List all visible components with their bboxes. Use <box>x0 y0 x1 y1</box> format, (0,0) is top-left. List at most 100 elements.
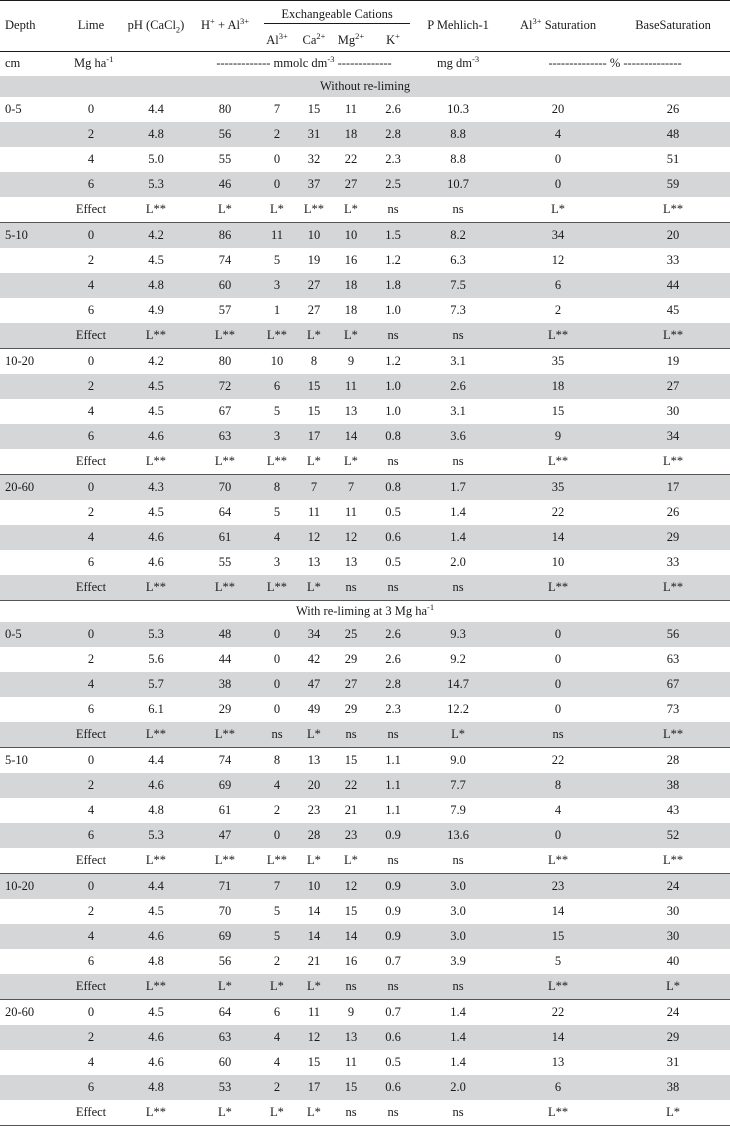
cell-p: 1.4 <box>450 1029 466 1044</box>
table-row: 4 4.8 60 3 27 18 1.8 7.5 6 44 <box>0 273 730 298</box>
cell-p: 1.4 <box>450 504 466 519</box>
cell-depth <box>0 798 62 823</box>
cell-p: 7.5 <box>450 277 466 292</box>
cell-base-sat: 19 <box>666 353 680 368</box>
cell-base-sat: 26 <box>666 504 680 519</box>
cell-al-sat: 13 <box>551 1054 565 1069</box>
cell-al-sat: 0 <box>554 651 562 666</box>
cell-al: 6 <box>273 1004 281 1019</box>
cell-k: ns <box>370 1100 417 1126</box>
effect-row: Effect L** L* L* L* ns ns ns L** L* <box>0 974 730 1000</box>
cell-mg: 27 <box>344 676 358 691</box>
cell-al-sat: 6 <box>554 1079 562 1094</box>
cell-k: ns <box>370 197 417 223</box>
cell-effect-label: Effect <box>62 575 120 601</box>
cell-h-al: 63 <box>218 428 232 443</box>
cell-mg: 12 <box>344 878 358 893</box>
cell-depth <box>0 672 62 697</box>
cell-p: 3.6 <box>450 428 466 443</box>
cell-al-sat: 0 <box>554 626 562 641</box>
cell-ca: L** <box>296 197 332 223</box>
cell-ca: 12 <box>307 1029 321 1044</box>
cell-al: 0 <box>273 151 281 166</box>
cell-p: 3.1 <box>450 403 466 418</box>
cell-k: ns <box>370 575 417 601</box>
cell-mg: 9 <box>347 1004 355 1019</box>
cell-ca: 19 <box>307 252 321 267</box>
cell-k: 1.5 <box>385 227 401 242</box>
cell-base-sat: 51 <box>666 151 680 166</box>
unit-spacer <box>120 52 192 77</box>
cell-base-sat: L* <box>616 974 730 1000</box>
cell-depth: 20-60 <box>5 479 35 494</box>
table-row: 6 4.8 53 2 17 15 0.6 2.0 6 38 <box>0 1075 730 1100</box>
cell-p: 13.6 <box>447 827 469 842</box>
cell-ca: L* <box>296 323 332 349</box>
cell-base-sat: 26 <box>666 101 680 116</box>
cell-lime-rate: 2 <box>87 903 95 918</box>
cell-al-sat: 14 <box>551 1029 565 1044</box>
cell-mg: L* <box>332 449 370 475</box>
cell-h-al: 55 <box>218 151 232 166</box>
cell-ph: 4.3 <box>148 479 164 494</box>
cell-ca: 15 <box>307 101 321 116</box>
cell-al: 6 <box>273 378 281 393</box>
cell-ph: 4.6 <box>148 777 164 792</box>
cell-lime-rate: 4 <box>87 529 95 544</box>
table-row: 4 4.8 61 2 23 21 1.1 7.9 4 43 <box>0 798 730 823</box>
cell-mg: 22 <box>344 151 358 166</box>
cell-depth <box>0 500 62 525</box>
cell-mg: 11 <box>344 1054 358 1069</box>
cell-mg: 11 <box>344 101 358 116</box>
cell-ca: 14 <box>307 928 321 943</box>
cell-depth <box>0 525 62 550</box>
cell-mg: 16 <box>344 953 358 968</box>
cell-ca: 17 <box>307 1079 321 1094</box>
cell-ph: 4.5 <box>148 403 164 418</box>
cell-ca: 37 <box>307 176 321 191</box>
cell-al-sat: L* <box>500 197 617 223</box>
cell-base-sat: 20 <box>666 227 680 242</box>
cell-depth: 0-5 <box>5 101 22 116</box>
section-banner-label: Without re-liming <box>319 78 411 93</box>
cell-ph: 5.3 <box>148 176 164 191</box>
cell-lime-rate: 0 <box>87 101 95 116</box>
cell-depth <box>0 899 62 924</box>
cell-lime-rate: 2 <box>87 1029 95 1044</box>
cell-ph: 4.6 <box>148 529 164 544</box>
cell-lime-rate: 0 <box>87 1004 95 1019</box>
table-row: 6 4.9 57 1 27 18 1.0 7.3 2 45 <box>0 298 730 323</box>
cell-al: 2 <box>273 953 281 968</box>
cell-k: 1.8 <box>385 277 401 292</box>
cell-lime-rate: 4 <box>87 277 95 292</box>
cell-al: 1 <box>273 302 281 317</box>
cell-base-sat: 67 <box>666 676 680 691</box>
table-row: 2 4.5 72 6 15 11 1.0 2.6 18 27 <box>0 374 730 399</box>
cell-h-al: 61 <box>218 802 232 817</box>
cell-k: 1.1 <box>385 777 401 792</box>
cell-base-sat: 34 <box>666 428 680 443</box>
cell-mg: 22 <box>344 777 358 792</box>
cell-al-sat: 8 <box>554 777 562 792</box>
cell-al: 0 <box>273 651 281 666</box>
cell-lime-rate: 6 <box>87 302 95 317</box>
cell-mg: ns <box>332 722 370 748</box>
cell-k: 1.0 <box>385 302 401 317</box>
cell-h-al: 86 <box>218 227 232 242</box>
cell-ph: L** <box>120 974 192 1000</box>
cell-p: 3.0 <box>450 903 466 918</box>
cell-mg: 11 <box>344 378 358 393</box>
cell-base-sat: 17 <box>666 479 680 494</box>
units-row: cm Mg ha-1 ------------- mmolc dm-3 ----… <box>0 52 730 77</box>
table-row: 4 4.6 69 5 14 14 0.9 3.0 15 30 <box>0 924 730 949</box>
cell-al: 5 <box>273 403 281 418</box>
cell-lime-rate: 0 <box>87 878 95 893</box>
cell-base-sat: 38 <box>666 777 680 792</box>
cell-lime-rate: 4 <box>87 151 95 166</box>
cell-depth <box>0 424 62 449</box>
cell-k: 0.8 <box>385 479 401 494</box>
cell-h-al: 67 <box>218 403 232 418</box>
cell-ca: 20 <box>307 777 321 792</box>
cell-al-sat: L** <box>500 1100 617 1126</box>
cell-k: 1.2 <box>385 353 401 368</box>
